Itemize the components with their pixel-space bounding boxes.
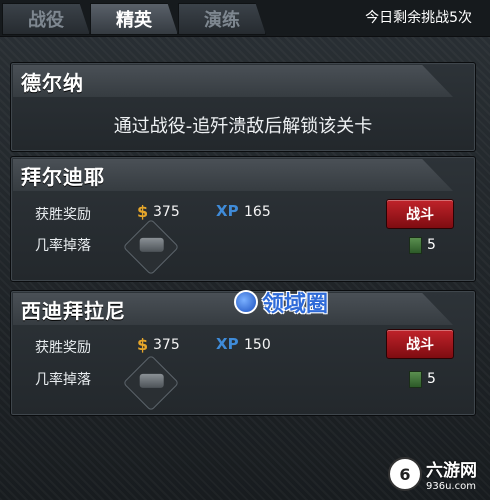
watermark-text: 领域圈 bbox=[262, 292, 329, 317]
tab-elite[interactable]: 精英 bbox=[90, 3, 178, 35]
stage-title: 西迪拜拉尼 bbox=[13, 293, 453, 325]
card-count: 5 bbox=[427, 237, 436, 253]
tab-bar: 战役 精英 演练 今日剩余挑战5次 bbox=[0, 0, 490, 37]
stage-title: 拜尔迪耶 bbox=[13, 159, 453, 191]
battle-button[interactable]: 战斗 bbox=[386, 329, 454, 359]
watermark-logo: 领域圈 bbox=[234, 286, 328, 318]
reward-label: 获胜奖励 bbox=[35, 340, 91, 356]
xp-reward: 165 bbox=[244, 204, 271, 220]
reward-label: 获胜奖励 bbox=[35, 207, 91, 223]
remaining-challenges: 今日剩余挑战5次 bbox=[365, 10, 472, 26]
xp-reward: 150 bbox=[244, 337, 271, 353]
locked-stage-panel: 德尔纳 通过战役-追歼溃敌后解锁该关卡 bbox=[10, 62, 476, 152]
site-logo-icon: 6 bbox=[388, 457, 422, 491]
battle-button[interactable]: 战斗 bbox=[386, 199, 454, 229]
game-screen: 战役 精英 演练 今日剩余挑战5次 德尔纳 通过战役-追歼溃敌后解锁该关卡 拜尔… bbox=[0, 0, 490, 500]
card-count: 5 bbox=[427, 371, 436, 387]
tab-drill[interactable]: 演练 bbox=[178, 3, 266, 35]
coin-reward: 375 bbox=[153, 204, 180, 220]
stage-panel: 拜尔迪耶 获胜奖励 $ 375 XP 165 战斗 几率掉落 5 bbox=[10, 156, 476, 282]
site-name: 六游网 bbox=[426, 461, 477, 481]
tank-icon[interactable] bbox=[122, 218, 180, 276]
drop-label: 几率掉落 bbox=[35, 238, 91, 254]
dollar-icon: $ bbox=[137, 335, 149, 354]
dollar-icon: $ bbox=[137, 202, 149, 221]
drop-label: 几率掉落 bbox=[35, 372, 91, 388]
stage-title: 德尔纳 bbox=[13, 65, 453, 97]
coin-reward: 375 bbox=[153, 337, 180, 353]
watermark-icon bbox=[234, 290, 258, 314]
card-icon bbox=[409, 371, 422, 388]
card-icon bbox=[409, 237, 422, 254]
tab-campaign[interactable]: 战役 bbox=[2, 3, 90, 35]
site-logo: 6 六游网 936u.com bbox=[388, 456, 477, 492]
tank-icon[interactable] bbox=[122, 354, 180, 412]
unlock-message: 通过战役-追歼溃敌后解锁该关卡 bbox=[113, 116, 373, 137]
xp-icon: XP bbox=[216, 335, 239, 353]
site-url: 936u.com bbox=[426, 481, 476, 492]
xp-icon: XP bbox=[216, 202, 239, 220]
